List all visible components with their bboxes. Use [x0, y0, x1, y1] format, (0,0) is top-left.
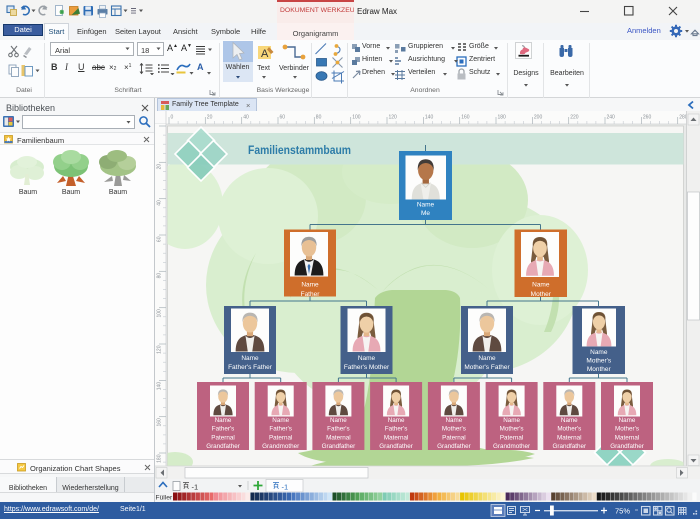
svg-text:180: 180 — [498, 115, 507, 121]
svg-text:-1: -1 — [192, 483, 199, 492]
svg-text:Father's: Father's — [327, 426, 350, 433]
svg-text:Name: Name — [388, 417, 405, 424]
svg-text:240: 240 — [607, 115, 616, 121]
svg-text:Mother's: Mother's — [442, 426, 466, 433]
svg-text:Grandfather: Grandfather — [379, 443, 413, 450]
svg-text:100: 100 — [352, 115, 361, 121]
svg-text:Father's: Father's — [212, 426, 235, 433]
svg-text:Name: Name — [590, 349, 608, 356]
svg-text:Grandmother: Grandmother — [493, 443, 530, 450]
svg-text:Familienstammbaum: Familienstammbaum — [248, 143, 351, 157]
svg-text:Maternal: Maternal — [384, 434, 409, 441]
svg-text:Mother's: Mother's — [586, 358, 611, 365]
svg-text:Paternal: Paternal — [269, 434, 292, 441]
svg-text:Mother: Mother — [531, 291, 552, 298]
svg-text:Me: Me — [421, 210, 430, 217]
svg-text:140: 140 — [157, 382, 163, 391]
svg-text:Mother's: Mother's — [500, 426, 524, 433]
svg-text:Grandfather: Grandfather — [322, 443, 356, 450]
svg-text:Name: Name — [619, 417, 636, 424]
svg-text:Paternal: Paternal — [442, 434, 465, 441]
svg-text:Name: Name — [241, 355, 259, 362]
svg-text:Paternal: Paternal — [211, 434, 234, 441]
svg-text:20: 20 — [207, 115, 213, 121]
svg-text:Grandfather: Grandfather — [437, 443, 471, 450]
svg-text:Name: Name — [532, 282, 550, 289]
svg-text:Grandmother: Grandmother — [262, 443, 299, 450]
svg-text:Paternal: Paternal — [500, 434, 523, 441]
svg-text:Grandfather: Grandfather — [610, 443, 644, 450]
svg-text:Mother's Father: Mother's Father — [464, 364, 510, 371]
svg-text:Name: Name — [503, 417, 520, 424]
svg-text:Monther: Monther — [587, 366, 612, 373]
svg-text:180: 180 — [157, 454, 163, 463]
svg-text:Father's Mother: Father's Mother — [344, 364, 390, 371]
svg-text:Grandfather: Grandfather — [552, 443, 586, 450]
svg-text:160: 160 — [157, 418, 163, 427]
svg-text:60: 60 — [157, 236, 163, 242]
svg-text:Name: Name — [215, 417, 232, 424]
svg-text:Father's: Father's — [385, 426, 408, 433]
svg-text:140: 140 — [425, 115, 434, 121]
svg-text:Name: Name — [561, 417, 578, 424]
svg-text:100: 100 — [157, 309, 163, 318]
svg-text:Name: Name — [358, 355, 376, 362]
svg-text:Grandfather: Grandfather — [206, 443, 240, 450]
svg-text:-1: -1 — [282, 483, 289, 492]
svg-text:80: 80 — [316, 115, 322, 121]
svg-text:200: 200 — [534, 115, 543, 121]
svg-text:Name: Name — [417, 202, 435, 209]
svg-text:Name: Name — [272, 417, 289, 424]
svg-text:Maternal: Maternal — [557, 434, 582, 441]
svg-text:Father: Father — [301, 291, 321, 298]
svg-text:Name: Name — [330, 417, 347, 424]
svg-text:Name: Name — [478, 355, 496, 362]
svg-text:40: 40 — [243, 115, 249, 121]
svg-text:220: 220 — [570, 115, 579, 121]
svg-text:Mother's: Mother's — [615, 426, 639, 433]
svg-text:Maternal: Maternal — [326, 434, 351, 441]
svg-text:Name: Name — [301, 282, 319, 289]
svg-text:0: 0 — [171, 115, 174, 121]
svg-text:Füller: Füller — [156, 495, 173, 502]
svg-text:80: 80 — [157, 273, 163, 279]
svg-text:Father's: Father's — [269, 426, 292, 433]
svg-text:Father's Father: Father's Father — [228, 364, 273, 371]
svg-text:20: 20 — [157, 164, 163, 170]
svg-text:60: 60 — [280, 115, 286, 121]
svg-text:Mother's: Mother's — [557, 426, 581, 433]
svg-text:Maternal: Maternal — [615, 434, 640, 441]
svg-text:120: 120 — [389, 115, 398, 121]
svg-text:160: 160 — [461, 115, 470, 121]
svg-text:120: 120 — [157, 345, 163, 354]
svg-text:Name: Name — [446, 417, 463, 424]
svg-text:260: 260 — [643, 115, 652, 121]
svg-text:40: 40 — [157, 200, 163, 206]
svg-text:75%: 75% — [615, 507, 630, 516]
